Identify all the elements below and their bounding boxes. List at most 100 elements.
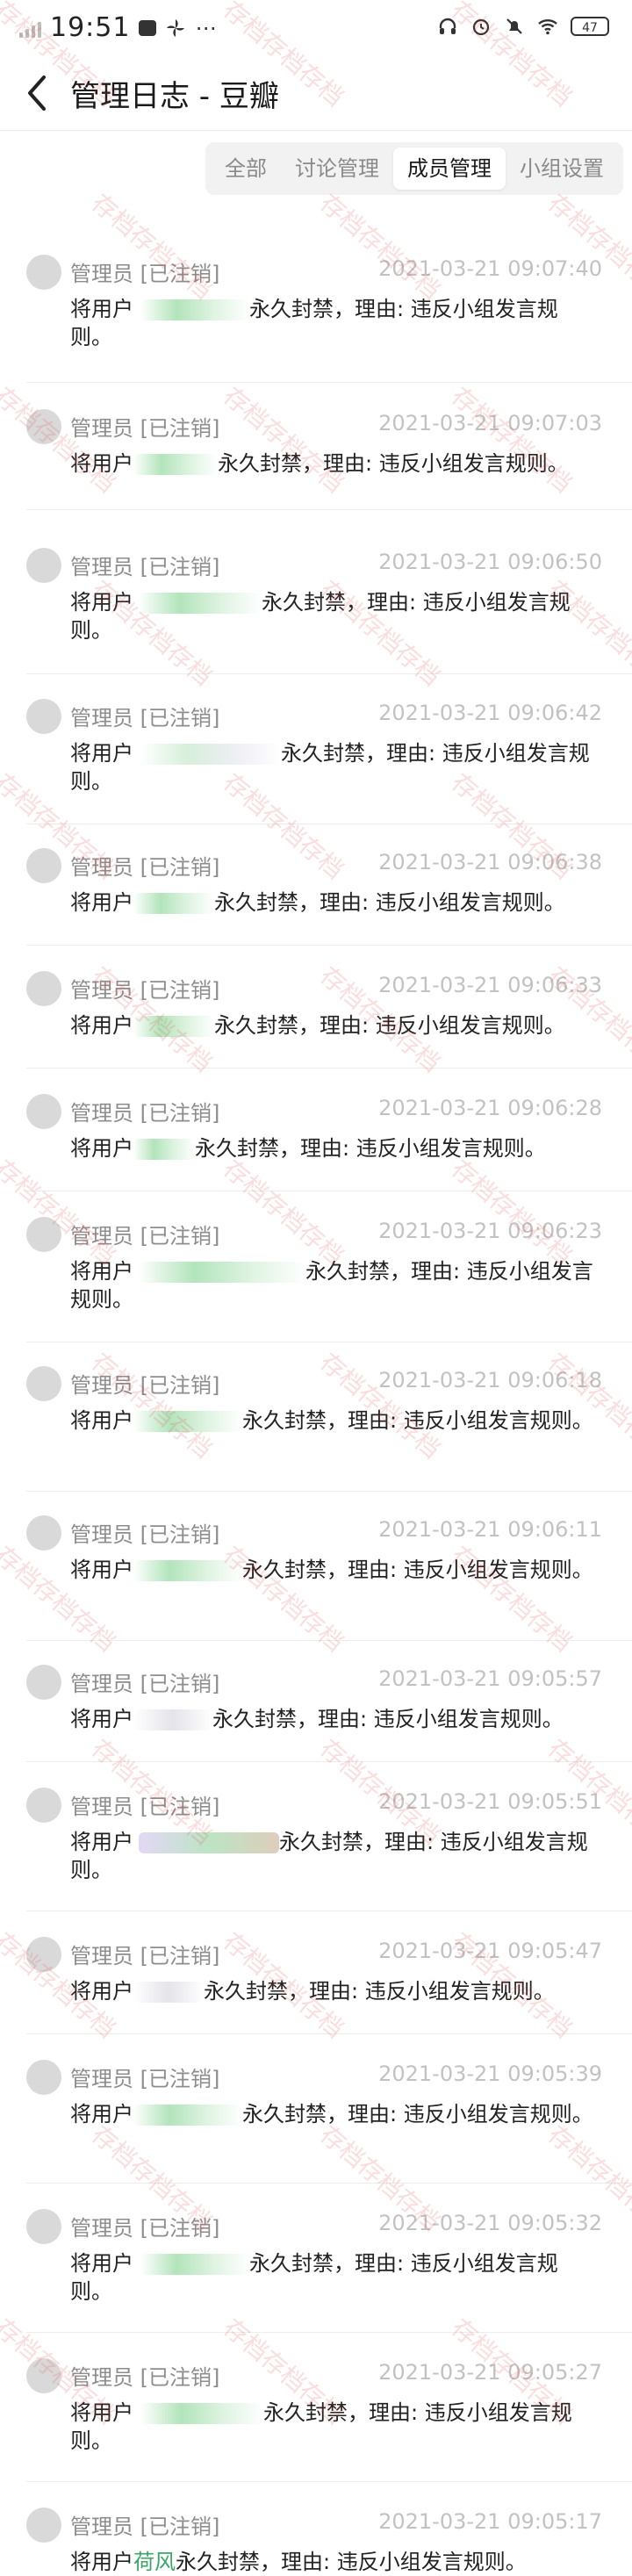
- log-actor[interactable]: 管理员 [已注销]: [70, 1666, 219, 1697]
- avatar[interactable]: [26, 971, 61, 1006]
- avatar[interactable]: [26, 1217, 61, 1252]
- pinwheel-icon: [167, 18, 185, 37]
- avatar[interactable]: [26, 2209, 61, 2244]
- log-prefix: 将用户: [70, 1136, 133, 1161]
- headphones-icon: [439, 18, 456, 34]
- user-link[interactable]: 荷风: [133, 2550, 176, 2574]
- log-actor[interactable]: 管理员 [已注销]: [70, 973, 219, 1004]
- log-prefix: 将用户: [70, 2102, 133, 2126]
- redacted-username: [140, 2403, 263, 2424]
- log-actor[interactable]: 管理员 [已注销]: [70, 2509, 219, 2540]
- log-time: 2021-03-21 09:05:27: [378, 2360, 602, 2385]
- log-time: 2021-03-21 09:05:32: [378, 2211, 602, 2235]
- log-prefix: 将用户: [70, 297, 133, 321]
- watermark-text: 存档存档存档: [542, 188, 632, 306]
- log-suffix: 永久封禁，理由: 违反小组发言规则。: [218, 451, 569, 476]
- app-icon: [139, 19, 157, 36]
- divider: [26, 673, 632, 674]
- log-time: 2021-03-21 09:07:03: [378, 411, 602, 435]
- log-content: 将用户 永久封禁，理由: 违反小组发言规则。: [70, 1257, 597, 1313]
- log-actor[interactable]: 管理员 [已注销]: [70, 1219, 219, 1249]
- log-suffix: 永久封禁，理由: 违反小组发言规则。: [242, 2102, 593, 2126]
- log-prefix: 将用户: [70, 1558, 133, 1582]
- tab-discussion-management[interactable]: 讨论管理: [281, 148, 393, 190]
- log-actor[interactable]: 管理员 [已注销]: [70, 550, 219, 580]
- avatar[interactable]: [26, 2508, 61, 2543]
- avatar[interactable]: [26, 1366, 61, 1401]
- log-content: 将用户 永久封禁，理由: 违反小组发言规则。: [70, 2100, 597, 2128]
- filter-tabs: 全部 讨论管理 成员管理 小组设置: [205, 142, 623, 195]
- log-prefix: 将用户: [70, 2400, 133, 2425]
- log-content: 将用户 永久封禁，理由: 违反小组发言规则。: [70, 295, 597, 351]
- log-suffix: 永久封禁，理由: 违反小组发言规则。: [214, 1013, 565, 1038]
- tab-all[interactable]: 全部: [211, 148, 281, 190]
- divider: [26, 509, 632, 510]
- watermark-text: 存档存档存档: [542, 1347, 632, 1464]
- log-actor[interactable]: 管理员 [已注销]: [70, 701, 219, 731]
- log-actor[interactable]: 管理员 [已注销]: [70, 1939, 219, 1969]
- alarm-icon: [472, 18, 490, 36]
- avatar[interactable]: [26, 1788, 61, 1823]
- avatar[interactable]: [26, 699, 61, 734]
- log-time: 2021-03-21 09:06:50: [378, 550, 602, 574]
- page-title: 管理日志 - 豆瓣: [70, 79, 279, 114]
- back-arrow-icon[interactable]: [18, 70, 60, 116]
- status-time: 19:51: [50, 12, 131, 43]
- log-time: 2021-03-21 09:06:42: [378, 701, 602, 725]
- avatar[interactable]: [26, 409, 61, 444]
- status-bar: 19:51 ⋯ 47: [0, 0, 632, 56]
- log-actor[interactable]: 管理员 [已注销]: [70, 2211, 219, 2241]
- log-content: 将用户 永久封禁，理由: 违反小组发言规则。: [70, 1556, 597, 1584]
- log-actor[interactable]: 管理员 [已注销]: [70, 1789, 219, 1820]
- tab-group-settings[interactable]: 小组设置: [506, 148, 618, 190]
- redacted-username: [133, 1982, 204, 2003]
- log-content: 将用户 永久封禁，理由: 违反小组发言规则。: [70, 1011, 597, 1040]
- redacted-username: [133, 1139, 195, 1160]
- log-actor[interactable]: 管理员 [已注销]: [70, 411, 219, 442]
- avatar[interactable]: [26, 2060, 61, 2095]
- log-prefix: 将用户: [70, 2550, 133, 2574]
- redacted-username: [133, 1411, 242, 1432]
- log-actor[interactable]: 管理员 [已注销]: [70, 256, 219, 287]
- log-content: 将用户 永久封禁，理由: 违反小组发言规则。: [70, 1705, 597, 1733]
- avatar[interactable]: [26, 255, 61, 290]
- watermark-text: 存档存档存档: [86, 188, 219, 306]
- log-actor[interactable]: 管理员 [已注销]: [70, 1368, 219, 1399]
- log-content: 将用户 永久封禁，理由: 违反小组发言规则。: [70, 739, 597, 795]
- redacted-username: [133, 893, 214, 914]
- redacted-username: [133, 1560, 242, 1581]
- signal-icon: [19, 18, 41, 38]
- log-actor[interactable]: 管理员 [已注销]: [70, 850, 219, 881]
- divider: [26, 1068, 632, 1069]
- avatar[interactable]: [26, 2358, 61, 2393]
- divider: [26, 1640, 632, 1641]
- log-prefix: 将用户: [70, 1979, 133, 2004]
- log-actor[interactable]: 管理员 [已注销]: [70, 2360, 219, 2391]
- avatar[interactable]: [26, 848, 61, 883]
- log-actor[interactable]: 管理员 [已注销]: [70, 1517, 219, 1548]
- avatar[interactable]: [26, 1937, 61, 1972]
- divider: [26, 1491, 632, 1492]
- log-suffix: 永久封禁，理由: 违反小组发言规则。: [204, 1979, 555, 2004]
- avatar[interactable]: [26, 548, 61, 583]
- redacted-username: [139, 1832, 279, 1853]
- avatar[interactable]: [26, 1515, 61, 1551]
- log-actor[interactable]: 管理员 [已注销]: [70, 2062, 219, 2092]
- redacted-username: [133, 2105, 242, 2126]
- divider: [26, 1761, 632, 1762]
- log-actor[interactable]: 管理员 [已注销]: [70, 1096, 219, 1126]
- tab-member-management[interactable]: 成员管理: [393, 148, 506, 190]
- log-prefix: 将用户: [70, 890, 133, 915]
- watermark-text: 存档存档存档: [86, 1347, 219, 1464]
- log-prefix: 将用户: [70, 2251, 133, 2276]
- avatar[interactable]: [26, 1094, 61, 1129]
- log-time: 2021-03-21 09:06:23: [378, 1219, 602, 1243]
- avatar[interactable]: [26, 1665, 61, 1700]
- log-time: 2021-03-21 09:05:57: [378, 1666, 602, 1691]
- watermark-text: 存档存档存档: [218, 1154, 350, 1271]
- redacted-username: [139, 1262, 305, 1283]
- log-prefix: 将用户: [70, 1830, 133, 1854]
- log-suffix: 永久封禁，理由: 违反小组发言规则。: [212, 1707, 564, 1731]
- log-content: 将用户 永久封禁，理由: 违反小组发言规则。: [70, 2399, 597, 2455]
- log-time: 2021-03-21 09:05:39: [378, 2062, 602, 2086]
